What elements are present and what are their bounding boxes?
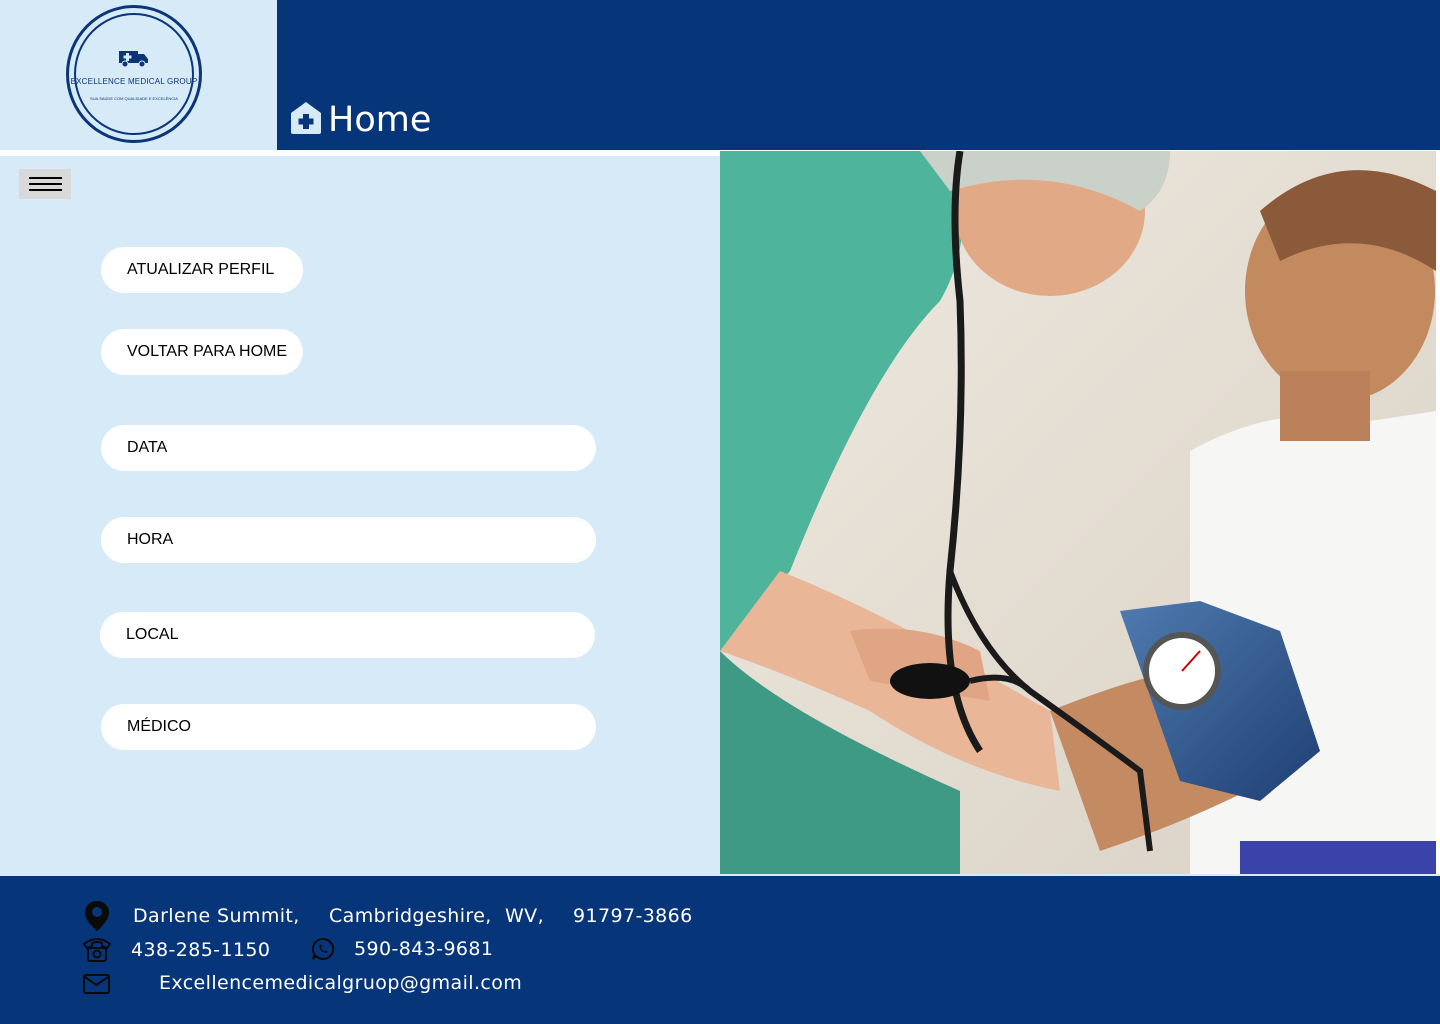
address-county: Cambridgeshire, (329, 905, 492, 927)
photo-edge (1436, 151, 1440, 874)
email-address[interactable]: Excellencemedicalgruop@gmail.com (159, 971, 522, 995)
mail-icon (83, 974, 110, 994)
logo: EXCELLENCE MEDICAL GROUP SUA SAÚDE COM Q… (66, 5, 202, 143)
doctor-measuring-blood-pressure-photo (720, 151, 1436, 874)
logo-area: EXCELLENCE MEDICAL GROUP SUA SAÚDE COM Q… (0, 0, 277, 150)
whatsapp-number[interactable]: 590-843-9681 (354, 937, 493, 961)
update-profile-button[interactable]: ATUALIZAR PERFIL (101, 247, 303, 293)
address-state: WV, (505, 905, 545, 927)
ambulance-icon (119, 51, 148, 68)
location-label: LOCAL (126, 626, 179, 643)
doctor-field[interactable]: MÉDICO (101, 704, 596, 750)
time-label: HORA (127, 531, 174, 548)
hamburger-menu-button[interactable] (19, 169, 71, 199)
footer: Darlene Summit, Cambridgeshire, WV, 9179… (0, 876, 1440, 1024)
whatsapp-icon (311, 937, 335, 960)
hamburger-icon (28, 177, 62, 179)
location-field[interactable]: LOCAL (100, 612, 595, 658)
location-pin-icon (85, 901, 109, 931)
date-label: DATA (127, 439, 168, 456)
doctor-label: MÉDICO (127, 718, 191, 735)
header-bar (277, 0, 1440, 151)
date-field[interactable]: DATA (101, 425, 596, 471)
time-field[interactable]: HORA (101, 517, 596, 563)
address-zip: 91797-3866 (573, 905, 693, 927)
telephone-icon (82, 938, 112, 962)
brand-tagline: SUA SAÚDE COM QUALIDADE E EXCELÊNCIA (90, 96, 178, 101)
address-street: Darlene Summit, (133, 905, 300, 927)
home-medical-icon (291, 102, 321, 134)
brand-name: EXCELLENCE MEDICAL GROUP (70, 77, 198, 86)
back-home-button[interactable]: VOLTAR PARA HOME (101, 329, 303, 375)
page-title: Home (328, 100, 432, 140)
phone-number[interactable]: 438-285-1150 (131, 938, 270, 962)
